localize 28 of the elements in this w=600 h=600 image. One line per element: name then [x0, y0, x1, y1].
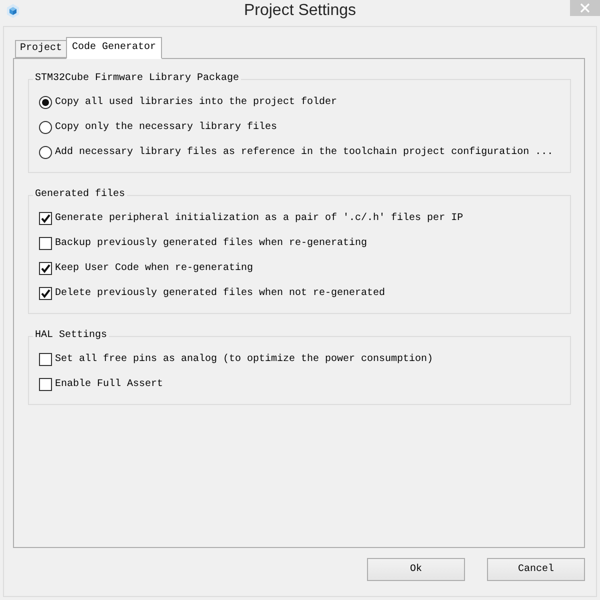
group-title: Generated files: [34, 189, 126, 201]
tab[interactable]: Code Generator: [66, 37, 162, 59]
option-label[interactable]: Enable Full Assert: [55, 379, 164, 390]
close-icon: [580, 3, 590, 13]
checkbox[interactable]: [39, 287, 52, 300]
checkbox[interactable]: [39, 378, 52, 391]
checkbox[interactable]: [39, 212, 52, 225]
tab[interactable]: Project: [15, 40, 68, 58]
radio-button[interactable]: [39, 96, 52, 109]
dialog-button[interactable]: Cancel: [487, 558, 585, 581]
option-label[interactable]: Delete previously generated files when not re-generated: [55, 288, 386, 299]
option-label[interactable]: Add necessary library files as reference in the toolchain project configuration ...: [55, 147, 554, 158]
checkbox[interactable]: [39, 262, 52, 275]
option-label[interactable]: Set all free pins as analog (to optimize the power consumption): [55, 354, 434, 365]
option-label[interactable]: Generate peripheral initialization as a pair of '.c/.h' files per IP: [55, 213, 464, 224]
window-title: Project Settings: [244, 1, 356, 21]
cube-icon: [6, 4, 20, 18]
group-title: STM32Cube Firmware Library Package: [34, 73, 240, 85]
option-label[interactable]: Copy all used libraries into the project folder: [55, 97, 338, 108]
radio-button[interactable]: [39, 121, 52, 134]
option-label[interactable]: Copy only the necessary library files: [55, 122, 278, 133]
group-title: HAL Settings: [34, 330, 108, 342]
checkbox[interactable]: [39, 353, 52, 366]
option-label[interactable]: Keep User Code when re-generating: [55, 263, 254, 274]
dialog-button[interactable]: Ok: [367, 558, 465, 581]
option-label[interactable]: Backup previously generated files when re-generating: [55, 238, 368, 249]
checkbox[interactable]: [39, 237, 52, 250]
radio-button[interactable]: [39, 146, 52, 159]
